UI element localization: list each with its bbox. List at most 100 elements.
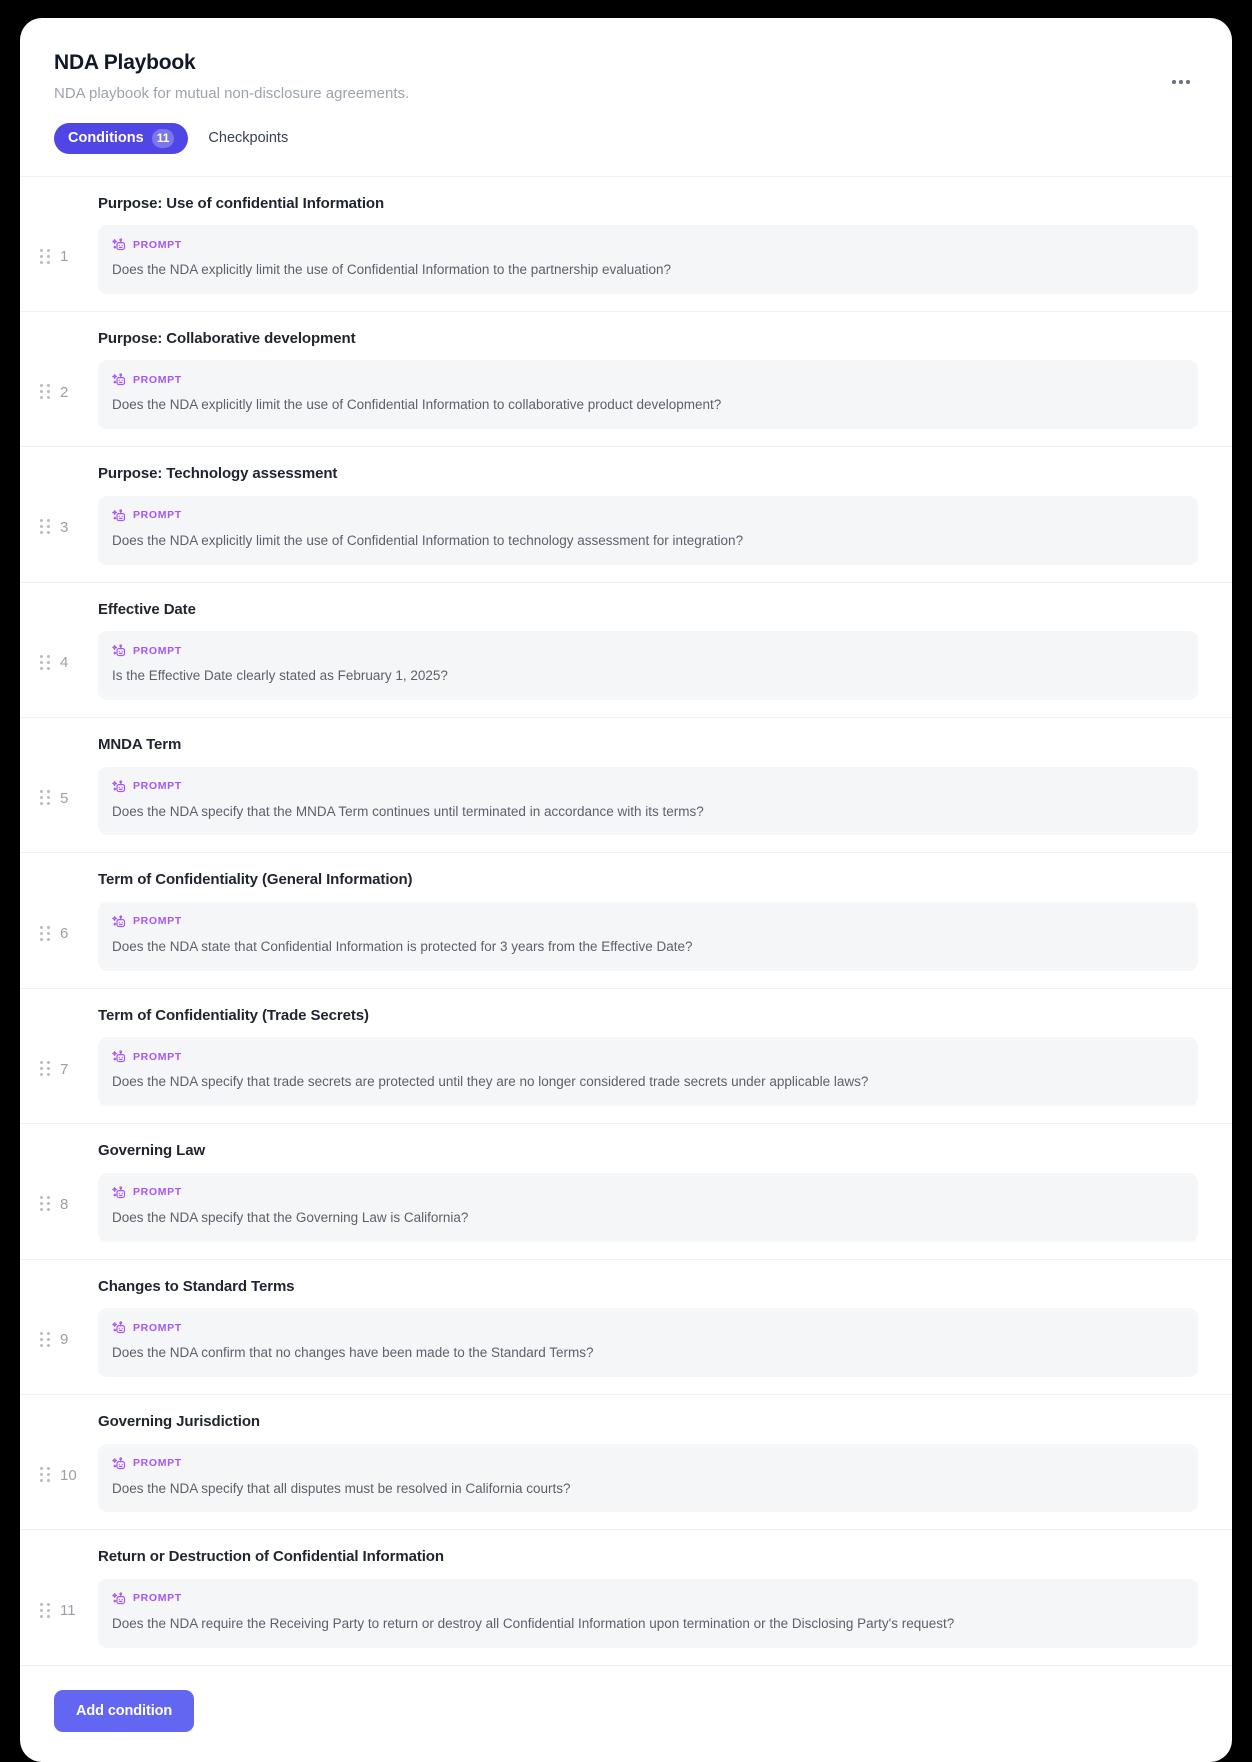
row-gutter: 7 [30, 1006, 98, 1106]
prompt-tag: PROMPT [112, 1320, 1184, 1335]
row-body: Governing Jurisdiction PROMPT Does the N… [98, 1412, 1198, 1513]
prompt-box[interactable]: PROMPT Does the NDA explicitly limit the… [98, 360, 1198, 430]
prompt-box[interactable]: PROMPT Does the NDA specify that the Gov… [98, 1172, 1198, 1242]
drag-handle-icon[interactable] [40, 519, 50, 535]
kebab-dot [1179, 80, 1183, 84]
row-gutter: 2 [30, 329, 98, 429]
drag-handle-icon[interactable] [40, 925, 50, 942]
drag-handle-icon[interactable] [40, 248, 50, 265]
condition-row-6[interactable]: 6 Term of Confidentiality (General Infor… [20, 852, 1232, 988]
ai-sparkle-prompt-icon [112, 1320, 127, 1335]
prompt-label: PROMPT [133, 509, 182, 522]
row-index: 9 [60, 1331, 69, 1349]
prompt-label: PROMPT [133, 780, 182, 793]
prompt-tag: PROMPT [112, 1591, 1184, 1606]
row-index: 3 [60, 518, 69, 536]
page-subtitle: NDA playbook for mutual non-disclosure a… [54, 85, 410, 103]
ai-sparkle-prompt-icon [112, 914, 127, 929]
playbook-card: NDA Playbook NDA playbook for mutual non… [20, 18, 1232, 1762]
prompt-box[interactable]: PROMPT Does the NDA explicitly limit the… [98, 495, 1198, 565]
prompt-tag: PROMPT [112, 643, 1184, 658]
tab-conditions-badge: 11 [151, 128, 175, 148]
condition-row-11[interactable]: 11 Return or Destruction of Confidential… [20, 1529, 1232, 1665]
condition-row-1[interactable]: 1 Purpose: Use of confidential Informati… [20, 175, 1232, 311]
prompt-box[interactable]: PROMPT Does the NDA explicitly limit the… [98, 225, 1198, 294]
condition-title: Purpose: Technology assessment [98, 465, 338, 483]
condition-row-2[interactable]: 2 Purpose: Collaborative development PRO… [20, 310, 1232, 447]
prompt-tag: PROMPT [112, 508, 1184, 523]
row-body: Purpose: Technology assessment PROMPT Do… [98, 464, 1198, 565]
prompt-label: PROMPT [133, 1592, 182, 1605]
condition-row-7[interactable]: 7 Term of Confidentiality (Trade Secrets… [20, 987, 1232, 1124]
row-gutter: 11 [30, 1547, 98, 1647]
condition-row-9[interactable]: 9 Changes to Standard Terms PROMPT Does … [20, 1258, 1232, 1395]
row-index: 2 [60, 383, 69, 401]
condition-row-5[interactable]: 5 MNDA Term PROMPT Does the NDA specify … [20, 717, 1232, 853]
prompt-tag: PROMPT [112, 914, 1184, 929]
condition-row-3[interactable]: 3 Purpose: Technology assessment PROMPT … [20, 446, 1232, 582]
add-condition-button[interactable]: Add condition [54, 1689, 195, 1732]
condition-row-10[interactable]: 10 Governing Jurisdiction PROMPT Does th… [20, 1394, 1232, 1530]
condition-title: Governing Law [98, 1142, 206, 1160]
prompt-text: Does the NDA specify that the MNDA Term … [112, 803, 704, 819]
drag-handle-icon[interactable] [40, 654, 50, 671]
prompt-label: PROMPT [133, 1457, 182, 1470]
prompt-box[interactable]: PROMPT Does the NDA require the Receivin… [98, 1578, 1198, 1648]
kebab-dot [1172, 80, 1176, 84]
prompt-text: Does the NDA require the Receiving Party… [112, 1615, 955, 1631]
prompt-label: PROMPT [133, 373, 182, 386]
prompt-tag: PROMPT [112, 237, 1184, 252]
condition-title: Purpose: Collaborative development [98, 329, 356, 347]
ai-sparkle-prompt-icon [112, 779, 127, 794]
kebab-dot [1186, 80, 1190, 84]
page-title: NDA Playbook [54, 51, 196, 74]
prompt-box[interactable]: PROMPT Does the NDA specify that trade s… [98, 1037, 1198, 1107]
prompt-text: Does the NDA explicitly limit the use of… [112, 397, 722, 413]
drag-handle-icon[interactable] [40, 384, 50, 400]
condition-title: Effective Date [98, 600, 196, 618]
drag-handle-icon[interactable] [40, 1602, 50, 1619]
row-body: Return or Destruction of Confidential In… [98, 1547, 1198, 1648]
prompt-label: PROMPT [133, 915, 182, 928]
drag-handle-icon[interactable] [40, 1467, 50, 1483]
prompt-box[interactable]: PROMPT Is the Effective Date clearly sta… [98, 631, 1198, 701]
card-footer: Add condition [20, 1664, 1232, 1762]
ai-sparkle-prompt-icon [112, 508, 127, 523]
prompt-tag: PROMPT [112, 1185, 1184, 1200]
condition-title: Term of Confidentiality (General Informa… [98, 871, 413, 889]
drag-handle-icon[interactable] [40, 1061, 50, 1077]
prompt-text: Is the Effective Date clearly stated as … [112, 668, 448, 684]
row-body: Term of Confidentiality (General Informa… [98, 870, 1198, 971]
tab-checkpoints[interactable]: Checkpoints [194, 123, 302, 154]
condition-title: Term of Confidentiality (Trade Secrets) [98, 1006, 369, 1024]
tab-conditions[interactable]: Conditions 11 [54, 122, 189, 154]
row-index: 8 [60, 1195, 69, 1213]
prompt-box[interactable]: PROMPT Does the NDA confirm that no chan… [98, 1308, 1198, 1378]
prompt-text: Does the NDA state that Confidential Inf… [112, 938, 693, 954]
prompt-tag: PROMPT [112, 372, 1184, 387]
drag-handle-icon[interactable] [40, 790, 50, 806]
drag-handle-icon[interactable] [40, 1196, 50, 1212]
prompt-box[interactable]: PROMPT Does the NDA state that Confident… [98, 901, 1198, 971]
ai-sparkle-prompt-icon [112, 1185, 127, 1200]
condition-row-4[interactable]: 4 Effective Date PROMPT Is the Effective… [20, 581, 1232, 718]
prompt-box[interactable]: PROMPT Does the NDA specify that the MND… [98, 766, 1198, 836]
ai-sparkle-prompt-icon [112, 372, 127, 387]
more-horizontal-icon[interactable] [1166, 70, 1196, 94]
row-gutter: 10 [30, 1412, 98, 1512]
prompt-text: Does the NDA confirm that no changes hav… [112, 1345, 594, 1361]
prompt-label: PROMPT [133, 1050, 182, 1063]
row-body: Effective Date PROMPT Is the Effective D… [98, 600, 1198, 701]
drag-handle-icon[interactable] [40, 1331, 50, 1348]
condition-row-8[interactable]: 8 Governing Law PROMPT Does the NDA spec… [20, 1123, 1232, 1259]
row-index: 6 [60, 925, 69, 943]
prompt-text: Does the NDA specify that all disputes m… [112, 1480, 571, 1496]
ai-sparkle-prompt-icon [112, 1456, 127, 1471]
ai-sparkle-prompt-icon [112, 237, 127, 252]
row-index: 1 [60, 248, 69, 266]
prompt-box[interactable]: PROMPT Does the NDA specify that all dis… [98, 1443, 1198, 1513]
prompt-text: Does the NDA explicitly limit the use of… [112, 262, 672, 277]
condition-title: MNDA Term [98, 736, 182, 754]
row-body: MNDA Term PROMPT Does the NDA specify th… [98, 735, 1198, 836]
row-gutter: 5 [30, 735, 98, 835]
